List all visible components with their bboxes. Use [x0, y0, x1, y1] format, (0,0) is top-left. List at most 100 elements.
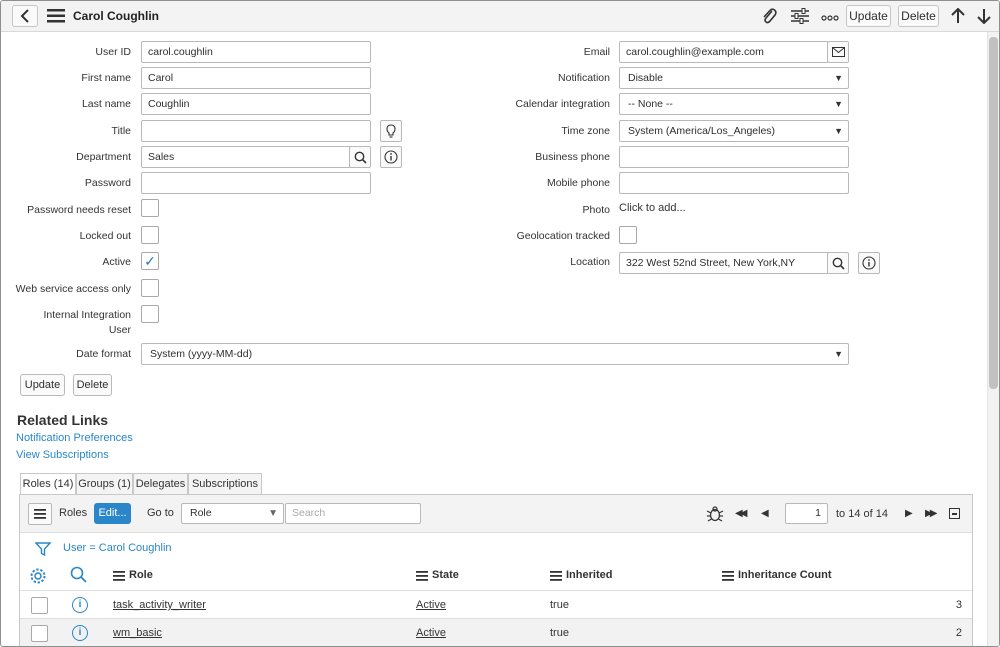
tab-subscriptions[interactable]: Subscriptions	[188, 473, 262, 494]
first-page-icon[interactable]: ◀◀	[735, 508, 748, 519]
previous-page-icon[interactable]: ◀	[761, 508, 769, 519]
department-field[interactable]: Sales	[141, 146, 351, 168]
chevron-down-icon: ▼	[834, 349, 843, 359]
state-link[interactable]: Active	[416, 599, 446, 611]
role-link[interactable]: task_activity_writer	[113, 599, 206, 611]
column-header-role[interactable]: Role	[129, 569, 153, 581]
edit-button[interactable]: Edit...	[94, 503, 131, 524]
column-header-inheritance-count[interactable]: Inheritance Count	[738, 569, 832, 581]
header-delete-button[interactable]: Delete	[898, 5, 939, 27]
lightbulb-button[interactable]	[380, 120, 402, 142]
inherited-value: true	[550, 627, 569, 639]
user-id-label: User ID	[95, 46, 131, 58]
active-checkbox[interactable]: ✓	[141, 252, 159, 270]
scrollbar-thumb[interactable]	[989, 37, 998, 389]
header-update-button[interactable]: Update	[846, 5, 891, 27]
title-field[interactable]	[141, 120, 371, 142]
notification-preferences-link[interactable]: Notification Preferences	[16, 432, 133, 444]
notification-select[interactable]: Disable ▼	[619, 67, 849, 89]
column-menu-icon[interactable]	[550, 571, 562, 584]
arrow-down-icon[interactable]	[974, 5, 994, 27]
web-service-label: Web service access only	[15, 283, 131, 295]
page-title: Carol Coughlin	[73, 9, 159, 23]
back-button[interactable]	[12, 5, 38, 27]
tab-groups[interactable]: Groups (1)	[76, 473, 133, 494]
user-id-field[interactable]: carol.coughlin	[141, 41, 371, 63]
department-info-button[interactable]	[380, 146, 402, 168]
calendar-select[interactable]: -- None -- ▼	[619, 93, 849, 115]
goto-field-select[interactable]: Role ▼	[181, 503, 284, 524]
column-menu-icon[interactable]	[722, 571, 734, 584]
more-options-icon[interactable]	[819, 5, 841, 27]
paperclip-icon[interactable]	[758, 5, 780, 27]
internal-user-checkbox[interactable]	[141, 305, 159, 323]
web-service-checkbox[interactable]	[141, 279, 159, 297]
date-format-select[interactable]: System (yyyy-MM-dd) ▼	[141, 343, 849, 365]
goto-label: Go to	[147, 507, 174, 519]
role-link[interactable]: wm_basic	[113, 627, 162, 639]
collapse-icon[interactable]	[949, 508, 960, 519]
row-checkbox[interactable]	[31, 597, 48, 614]
photo-label: Photo	[582, 204, 610, 216]
tab-delegates[interactable]: Delegates	[133, 473, 188, 494]
info-icon[interactable]: i	[72, 625, 88, 641]
locked-out-checkbox[interactable]	[141, 226, 159, 244]
delete-button[interactable]: Delete	[73, 374, 112, 396]
email-field[interactable]: carol.coughlin@example.com	[619, 41, 829, 63]
row-checkbox[interactable]	[31, 625, 48, 642]
filter-icon[interactable]	[34, 541, 52, 560]
info-icon	[384, 150, 398, 164]
chevron-down-icon: ▼	[834, 99, 843, 109]
business-phone-field[interactable]	[619, 146, 849, 168]
last-name-field[interactable]: Coughlin	[141, 93, 371, 115]
hamburger-menu-icon[interactable]	[46, 5, 66, 27]
location-field[interactable]: 322 West 52nd Street, New York,NY	[619, 252, 829, 274]
department-label: Department	[76, 151, 131, 163]
time-zone-select[interactable]: System (America/Los_Angeles) ▼	[619, 120, 849, 142]
location-label: Location	[570, 256, 610, 268]
sliders-icon[interactable]	[789, 5, 811, 27]
geolocation-checkbox[interactable]	[619, 226, 637, 244]
search-icon[interactable]	[70, 566, 87, 586]
page-number-input[interactable]: 1	[785, 503, 828, 524]
password-reset-label: Password needs reset	[27, 204, 131, 216]
department-search-button[interactable]	[349, 146, 371, 168]
active-label: Active	[102, 256, 131, 268]
first-name-field[interactable]: Carol	[141, 67, 371, 89]
column-menu-icon[interactable]	[416, 571, 428, 584]
view-subscriptions-link[interactable]: View Subscriptions	[16, 449, 109, 461]
calendar-label: Calendar integration	[515, 98, 610, 110]
password-field[interactable]	[141, 172, 371, 194]
date-format-label: Date format	[76, 348, 131, 360]
location-search-button[interactable]	[827, 252, 849, 274]
location-info-button[interactable]	[858, 252, 880, 274]
mobile-phone-field[interactable]	[619, 172, 849, 194]
info-icon[interactable]: i	[72, 597, 88, 613]
list-search-input[interactable]: Search	[285, 503, 421, 524]
page-info: to 14 of 14	[836, 508, 888, 520]
column-menu-icon[interactable]	[113, 571, 125, 584]
business-phone-label: Business phone	[535, 151, 610, 163]
last-page-icon[interactable]: ▶▶	[925, 508, 938, 519]
filter-breadcrumb[interactable]: User = Carol Coughlin	[63, 542, 172, 554]
inheritance-count-value: 3	[955, 599, 962, 611]
tab-roles[interactable]: Roles (14)	[20, 473, 76, 495]
inheritance-count-value: 2	[955, 627, 962, 639]
next-page-icon[interactable]: ▶	[905, 508, 913, 519]
list-menu-button[interactable]	[28, 503, 52, 525]
update-button[interactable]: Update	[20, 374, 65, 396]
column-header-inherited[interactable]: Inherited	[566, 569, 612, 581]
table-row: i wm_basic Active true 2	[20, 618, 972, 646]
table-row: i task_activity_writer Active true 3	[20, 590, 972, 618]
related-links-heading: Related Links	[17, 412, 109, 428]
photo-add-link[interactable]: Click to add...	[619, 202, 686, 214]
email-button[interactable]	[827, 41, 849, 63]
bug-icon[interactable]	[706, 505, 724, 526]
arrow-up-icon[interactable]	[948, 5, 968, 27]
email-label: Email	[583, 46, 610, 58]
password-reset-checkbox[interactable]	[141, 199, 159, 217]
state-link[interactable]: Active	[416, 627, 446, 639]
gear-icon[interactable]	[29, 567, 47, 588]
search-icon	[832, 257, 845, 270]
column-header-state[interactable]: State	[432, 569, 459, 581]
